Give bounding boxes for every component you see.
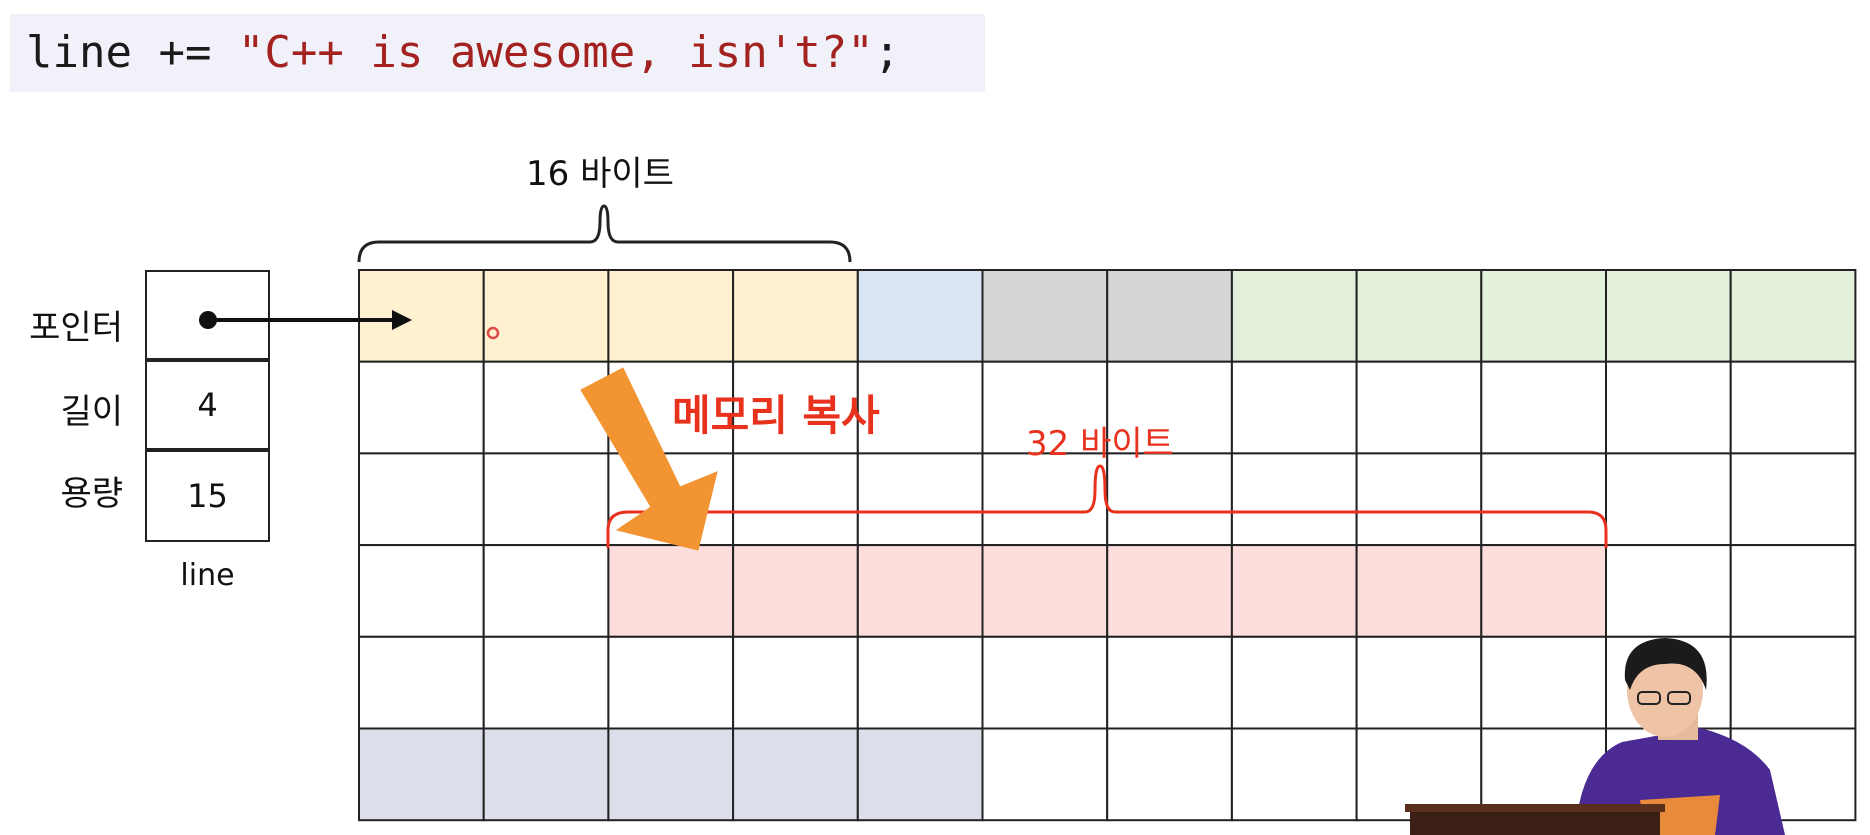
- memory-cell-empty: [1106, 635, 1233, 730]
- memory-cell-slate: [607, 727, 735, 822]
- memory-cell-empty: [358, 360, 485, 455]
- memory-cell-green: [1480, 269, 1608, 363]
- memory-cell-empty: [482, 544, 610, 638]
- memory-cell-old-buffer: [607, 269, 735, 363]
- memory-cell-empty: [482, 360, 610, 455]
- memory-cell-old-buffer: [732, 269, 859, 363]
- new-buffer-size-label: 32 바이트: [1026, 424, 1174, 464]
- memory-cell-green: [1605, 269, 1732, 363]
- memory-cell-new-buffer: [1480, 544, 1608, 638]
- memory-cell-old-buffer: [482, 269, 610, 363]
- memory-copy-label: 메모리 복사: [672, 391, 880, 440]
- memory-cell-empty: [1355, 635, 1483, 730]
- memory-cell-new-buffer: [981, 544, 1109, 638]
- memory-cell-empty: [1230, 635, 1358, 730]
- memory-cell-old-buffer: [358, 269, 485, 363]
- memory-cell-empty: [1106, 727, 1233, 822]
- memory-cell-empty: [1729, 360, 1857, 455]
- memory-grid: [358, 269, 1857, 822]
- memory-cell-blue: [856, 269, 984, 363]
- memory-cell-empty: [1729, 544, 1857, 638]
- memory-cell-empty: [1605, 360, 1732, 455]
- memory-cell-empty: [1480, 360, 1608, 455]
- memory-cell-new-buffer: [1106, 544, 1233, 638]
- memory-cell-empty: [732, 452, 859, 547]
- memory-cell-empty: [1106, 452, 1233, 547]
- memory-cell-new-buffer: [1230, 544, 1358, 638]
- memory-cell-empty: [981, 452, 1109, 547]
- memory-cell-empty: [1480, 635, 1608, 730]
- memory-cell-gray: [1106, 269, 1233, 363]
- memory-cell-new-buffer: [732, 544, 859, 638]
- memory-cell-green: [1355, 269, 1483, 363]
- memory-cell-empty: [1355, 452, 1483, 547]
- memory-cell-empty: [1230, 452, 1358, 547]
- memory-cell-empty: [856, 635, 984, 730]
- memory-cell-slate: [358, 727, 485, 822]
- memory-cell-empty: [732, 635, 859, 730]
- old-buffer-size-label: 16 바이트: [526, 154, 674, 194]
- memory-cell-empty: [1605, 452, 1732, 547]
- memory-cell-green: [1230, 269, 1358, 363]
- memory-cell-empty: [1729, 635, 1857, 730]
- memory-cell-empty: [981, 635, 1109, 730]
- memory-cell-empty: [358, 452, 485, 547]
- memory-cell-slate: [482, 727, 610, 822]
- memory-cell-empty: [482, 452, 610, 547]
- memory-cell-gray: [981, 269, 1109, 363]
- memory-cell-empty: [358, 544, 485, 638]
- memory-cell-new-buffer: [856, 544, 984, 638]
- memory-cell-empty: [1729, 452, 1857, 547]
- memory-cell-empty: [482, 635, 610, 730]
- memory-cell-new-buffer: [1355, 544, 1483, 638]
- memory-cell-empty: [1355, 360, 1483, 455]
- memory-cell-empty: [1605, 544, 1732, 638]
- memory-cell-slate: [856, 727, 984, 822]
- old-buffer-brace: [357, 204, 852, 263]
- memory-cell-empty: [1480, 452, 1608, 547]
- memory-cell-new-buffer: [607, 544, 735, 638]
- memory-diagram: [199, 204, 1857, 835]
- memory-cell-green: [1729, 269, 1857, 363]
- memory-cell-empty: [358, 635, 485, 730]
- memory-cell-slate: [732, 727, 859, 822]
- memory-cell-empty: [856, 452, 984, 547]
- memory-cell-empty: [1230, 727, 1358, 822]
- memory-cell-empty: [1230, 360, 1358, 455]
- memory-cell-empty: [607, 635, 735, 730]
- memory-cell-empty: [981, 727, 1109, 822]
